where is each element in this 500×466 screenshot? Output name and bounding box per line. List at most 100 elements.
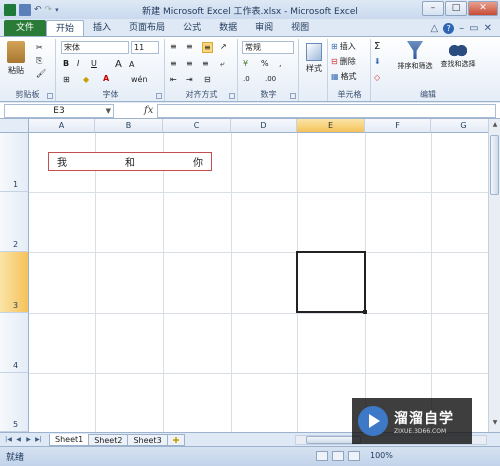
column-header-f[interactable]: F [365, 119, 431, 133]
normal-view-icon[interactable] [316, 451, 328, 461]
font-size-select[interactable]: 11 [131, 41, 159, 54]
phonetic-button[interactable]: wén [131, 75, 148, 84]
row-header-1[interactable]: 1 [0, 133, 29, 192]
scroll-down-icon[interactable]: ▼ [490, 419, 500, 429]
active-cell-e3[interactable] [296, 251, 366, 313]
tab-insert[interactable]: 插入 [84, 20, 120, 36]
worksheet-grid[interactable]: A B C D E F G 1 2 3 4 5 我 和 你 [0, 119, 488, 432]
column-header-c[interactable]: C [163, 119, 231, 133]
orientation-icon[interactable]: ↗ [220, 42, 227, 51]
comma-button[interactable]: , [279, 59, 282, 68]
vertical-scroll-thumb[interactable] [490, 135, 499, 195]
tab-page-layout[interactable]: 页面布局 [120, 20, 174, 36]
prev-sheet-icon[interactable]: ◀ [14, 436, 23, 443]
workbook-close-icon[interactable]: ✕ [484, 23, 492, 34]
sheet-tab-1[interactable]: Sheet1 [49, 433, 90, 446]
maximize-button[interactable]: □ [445, 1, 467, 16]
fill-handle[interactable] [363, 310, 367, 314]
new-sheet-icon[interactable]: ✚ [166, 433, 186, 446]
column-header-b[interactable]: B [95, 119, 163, 133]
last-sheet-icon[interactable]: ▶| [34, 436, 43, 443]
formula-input[interactable] [157, 103, 496, 118]
paste-button[interactable]: 粘贴 [4, 41, 28, 76]
zoom-level[interactable]: 100% [370, 451, 393, 460]
align-top-icon[interactable]: ≡ [170, 42, 177, 51]
tab-view[interactable]: 视图 [282, 20, 318, 36]
format-painter-icon[interactable]: 🖌 [36, 69, 46, 78]
column-header-e[interactable]: E [297, 119, 365, 133]
minimize-ribbon-icon[interactable]: △ [430, 23, 438, 34]
border-icon[interactable]: ⊞ [63, 75, 70, 84]
fill-color-icon[interactable]: ◆ [83, 75, 89, 84]
shrink-font-button[interactable]: A [129, 60, 134, 69]
page-break-view-icon[interactable] [348, 451, 360, 461]
name-box-dropdown-icon[interactable]: ▼ [106, 105, 111, 117]
wrap-text-icon[interactable]: ⤶ [220, 59, 224, 69]
decrease-indent-icon[interactable]: ⇤ [170, 75, 177, 84]
workbook-restore-icon[interactable]: ▭ [469, 23, 478, 34]
find-select-button[interactable]: 查找和选择 [436, 41, 480, 69]
workbook-minimize-icon[interactable]: – [459, 23, 464, 34]
row-header-4[interactable]: 4 [0, 313, 29, 373]
font-launcher-icon[interactable] [156, 93, 162, 99]
grow-font-button[interactable]: A [115, 59, 122, 70]
clipboard-launcher-icon[interactable] [47, 93, 53, 99]
column-header-g[interactable]: G [431, 119, 488, 133]
number-launcher-icon[interactable] [290, 93, 296, 99]
scroll-up-icon[interactable]: ▲ [490, 121, 500, 131]
italic-button[interactable]: I [77, 59, 79, 68]
page-layout-view-icon[interactable] [332, 451, 344, 461]
name-box[interactable]: E3 ▼ [4, 103, 114, 118]
decrease-decimal-button[interactable]: .00 [265, 75, 276, 83]
merge-center-icon[interactable]: ⊟ [204, 75, 211, 84]
number-format-select[interactable]: 常规 [242, 41, 294, 54]
bold-button[interactable]: B [63, 59, 69, 68]
insert-cells-button[interactable]: ⊞ 插入 [331, 41, 356, 52]
align-bottom-icon[interactable]: ≡ [202, 42, 213, 53]
increase-indent-icon[interactable]: ⇥ [186, 75, 193, 84]
cut-icon[interactable]: ✂ [36, 43, 43, 52]
redo-icon[interactable]: ↷ [45, 5, 53, 15]
select-all-corner[interactable] [0, 119, 29, 133]
copy-icon[interactable]: ⎘ [36, 56, 42, 66]
alignment-launcher-icon[interactable] [229, 93, 235, 99]
fill-icon[interactable]: ⬇ [374, 57, 381, 66]
tab-review[interactable]: 审阅 [246, 20, 282, 36]
column-header-d[interactable]: D [231, 119, 297, 133]
sort-filter-button[interactable]: 排序和筛选 [394, 41, 436, 71]
styles-button[interactable]: 样式 [302, 43, 326, 74]
column-header-a[interactable]: A [29, 119, 95, 133]
format-cells-button[interactable]: ▦ 格式 [331, 71, 357, 82]
tab-data[interactable]: 数据 [210, 20, 246, 36]
font-color-button[interactable]: A [103, 74, 109, 83]
qat-dropdown-icon[interactable]: ▾ [55, 6, 59, 14]
currency-icon[interactable]: ¥ [243, 59, 248, 68]
first-sheet-icon[interactable]: |◀ [4, 436, 13, 443]
close-button[interactable]: ✕ [468, 1, 498, 16]
autosum-button[interactable]: Σ [374, 41, 380, 52]
text-box-shape[interactable]: 我 和 你 [48, 152, 212, 171]
align-left-icon[interactable]: ≡ [170, 59, 177, 68]
row-header-3[interactable]: 3 [0, 252, 29, 313]
underline-button[interactable]: U [91, 59, 97, 68]
undo-icon[interactable]: ↶ [34, 5, 42, 15]
align-center-icon[interactable]: ≡ [186, 59, 193, 68]
delete-cells-button[interactable]: ⊟ 删除 [331, 56, 356, 67]
clear-icon[interactable]: ◇ [374, 73, 380, 82]
tab-formulas[interactable]: 公式 [174, 20, 210, 36]
percent-button[interactable]: % [261, 59, 269, 68]
sheet-tab-3[interactable]: Sheet3 [127, 433, 168, 446]
next-sheet-icon[interactable]: ▶ [24, 436, 33, 443]
font-name-select[interactable]: 宋体 [61, 41, 129, 54]
save-icon[interactable] [19, 3, 31, 16]
tab-home[interactable]: 开始 [46, 20, 85, 36]
minimize-button[interactable]: – [422, 1, 444, 16]
vertical-scrollbar[interactable]: ▲ ▼ [488, 119, 500, 432]
row-header-5[interactable]: 5 [0, 373, 29, 432]
insert-function-button[interactable]: fx [144, 105, 153, 116]
align-middle-icon[interactable]: ≡ [186, 42, 193, 51]
increase-decimal-button[interactable]: .0 [243, 75, 250, 83]
help-icon[interactable]: ? [443, 22, 455, 34]
tab-file[interactable]: 文件 [4, 20, 47, 36]
row-header-2[interactable]: 2 [0, 192, 29, 252]
